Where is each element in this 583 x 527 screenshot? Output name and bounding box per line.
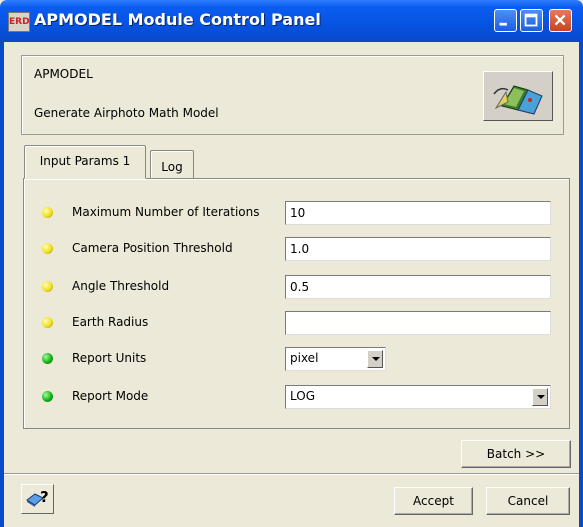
divider <box>4 473 579 475</box>
window-frame-right <box>579 42 583 527</box>
tab-input-params-1[interactable]: Input Params 1 <box>24 145 146 179</box>
report-units-value: pixel <box>290 351 319 365</box>
report-mode-select[interactable]: LOG <box>285 385 551 409</box>
airphoto-icon <box>493 85 543 115</box>
chevron-down-icon <box>537 395 545 399</box>
report-units-label: Report Units <box>72 351 147 365</box>
angle-threshold-label: Angle Threshold <box>72 279 170 293</box>
status-indicator-icon <box>42 207 53 218</box>
window-frame-left <box>0 42 4 527</box>
title-bar[interactable]: ERD APMODEL Module Control Panel <box>0 0 583 42</box>
status-indicator-icon <box>42 391 53 402</box>
angle-threshold-input[interactable] <box>285 275 551 299</box>
close-button[interactable] <box>549 9 572 32</box>
param-row-earth-radius: Earth Radius <box>24 311 569 335</box>
tab-log[interactable]: Log <box>150 150 194 178</box>
accept-button[interactable]: Accept <box>394 487 473 515</box>
batch-button[interactable]: Batch >> <box>461 440 571 468</box>
status-indicator-icon <box>42 353 53 364</box>
app-icon: ERD <box>8 12 30 32</box>
status-indicator-icon <box>42 243 53 254</box>
help-button[interactable]: ? <box>21 484 54 514</box>
report-units-select[interactable]: pixel <box>285 347 386 371</box>
airphoto-module-button[interactable] <box>483 71 553 121</box>
maximize-icon <box>524 13 538 27</box>
max-iterations-label: Maximum Number of Iterations <box>72 205 260 219</box>
report-mode-value: LOG <box>290 389 316 403</box>
status-indicator-icon <box>42 281 53 292</box>
maximize-button[interactable] <box>520 9 543 32</box>
cancel-button[interactable]: Cancel <box>486 487 570 515</box>
minimize-button[interactable] <box>494 9 517 32</box>
camera-threshold-input[interactable] <box>285 237 551 261</box>
close-icon <box>554 14 566 26</box>
param-row-angle-threshold: Angle Threshold <box>24 275 569 299</box>
module-info-panel: APMODEL Generate Airphoto Math Model <box>21 55 564 135</box>
window-title: APMODEL Module Control Panel <box>34 10 321 29</box>
module-description: Generate Airphoto Math Model <box>34 106 219 120</box>
minimize-icon <box>499 22 507 26</box>
dropdown-arrow-button[interactable] <box>532 388 548 406</box>
input-params-panel: Maximum Number of Iterations Camera Posi… <box>23 178 570 429</box>
module-name: APMODEL <box>34 67 93 81</box>
param-row-report-mode: Report Mode LOG <box>24 385 569 409</box>
max-iterations-input[interactable] <box>285 201 551 225</box>
help-question-mark: ? <box>40 488 49 506</box>
status-indicator-icon <box>42 317 53 328</box>
param-row-camera-threshold: Camera Position Threshold <box>24 237 569 261</box>
camera-threshold-label: Camera Position Threshold <box>72 241 233 255</box>
param-row-max-iterations: Maximum Number of Iterations <box>24 201 569 225</box>
earth-radius-input[interactable] <box>285 311 551 335</box>
dropdown-arrow-button[interactable] <box>367 350 383 368</box>
report-mode-label: Report Mode <box>72 389 149 403</box>
param-row-report-units: Report Units pixel <box>24 347 569 371</box>
chevron-down-icon <box>372 357 380 361</box>
earth-radius-label: Earth Radius <box>72 315 149 329</box>
